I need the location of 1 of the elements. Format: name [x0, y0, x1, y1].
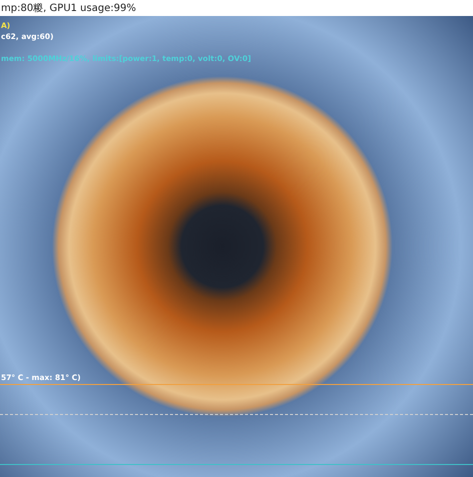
- title-text: mp:80糉, GPU1 usage:99%: [1, 2, 136, 15]
